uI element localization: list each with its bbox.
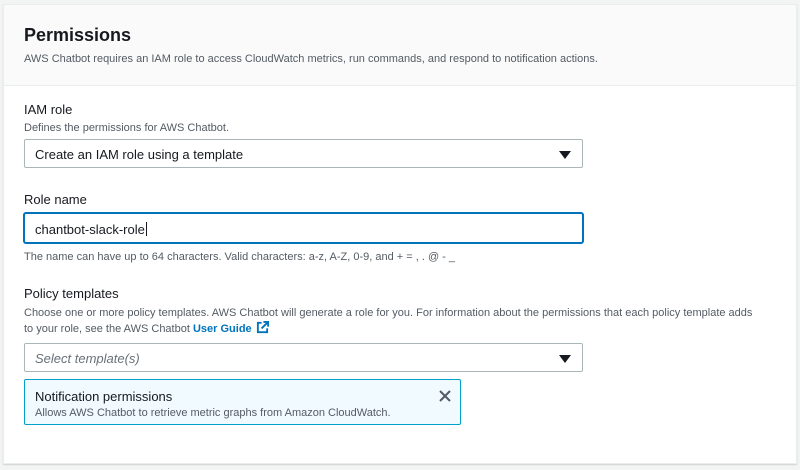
role-name-label: Role name xyxy=(24,192,87,207)
panel-header: Permissions AWS Chatbot requires an IAM … xyxy=(4,5,796,86)
user-guide-link[interactable]: User Guide xyxy=(193,323,252,335)
role-name-input[interactable]: chantbot-slack-role xyxy=(24,213,583,243)
token-title: Notification permissions xyxy=(35,389,173,404)
close-icon[interactable] xyxy=(438,389,452,403)
policy-templates-description: Choose one or more policy templates. AWS… xyxy=(24,307,753,335)
role-name-value: chantbot-slack-role xyxy=(35,222,147,237)
iam-role-label: IAM role xyxy=(24,102,73,117)
role-name-constraint: The name can have up to 64 characters. V… xyxy=(24,251,456,263)
external-link-icon[interactable] xyxy=(256,321,269,334)
policy-templates-label: Policy templates xyxy=(24,286,119,301)
panel-title: Permissions xyxy=(24,25,132,45)
caret-down-icon xyxy=(559,355,571,363)
panel-description: AWS Chatbot requires an IAM role to acce… xyxy=(24,53,598,65)
iam-role-description: Defines the permissions for AWS Chatbot. xyxy=(24,122,230,134)
policy-templates-select[interactable]: Select template(s) xyxy=(24,343,583,372)
caret-down-icon xyxy=(559,151,571,159)
selected-template-token: Notification permissions Allows AWS Chat… xyxy=(24,379,461,425)
policy-templates-placeholder: Select template(s) xyxy=(35,351,140,366)
permissions-panel: Permissions AWS Chatbot requires an IAM … xyxy=(3,4,797,464)
iam-role-select[interactable]: Create an IAM role using a template xyxy=(24,139,583,168)
iam-role-selected-value: Create an IAM role using a template xyxy=(35,147,244,162)
token-description: Allows AWS Chatbot to retrieve metric gr… xyxy=(35,407,391,419)
